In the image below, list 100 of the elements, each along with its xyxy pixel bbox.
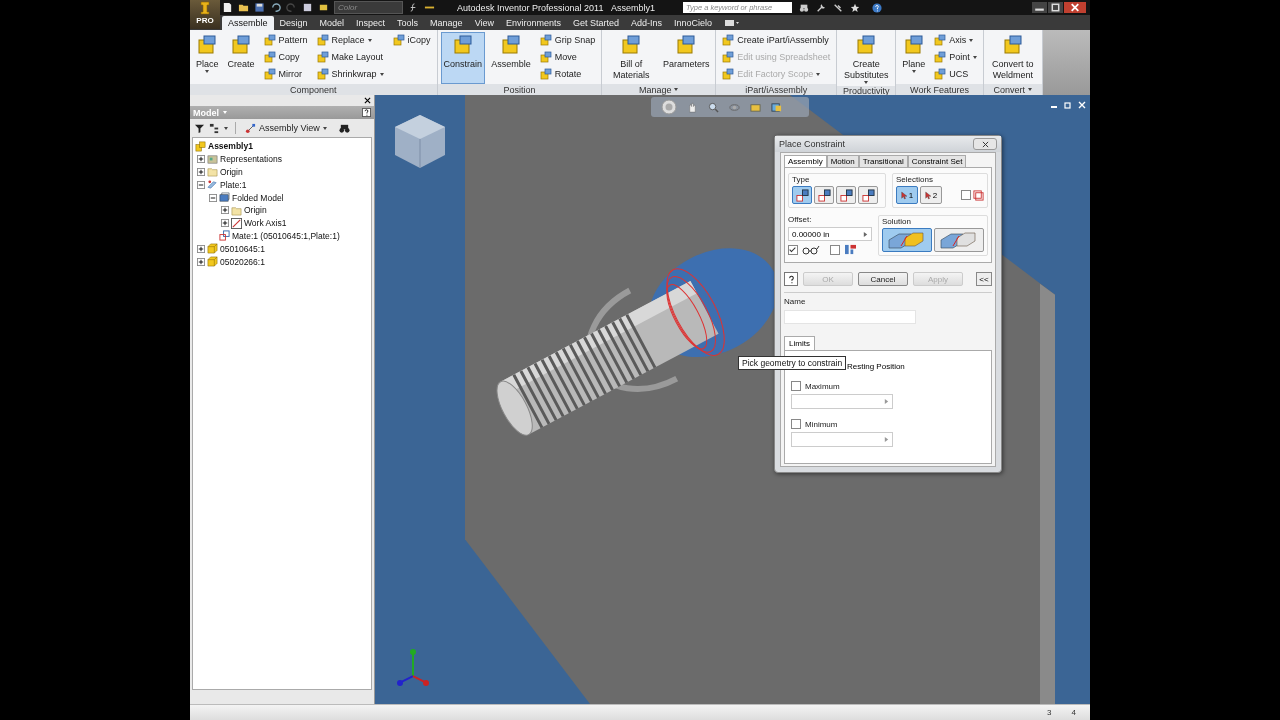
help-icon[interactable] xyxy=(871,2,882,13)
constraint-type-button[interactable] xyxy=(836,186,856,204)
expand-icon[interactable] xyxy=(221,219,229,228)
tree-item[interactable]: Work Axis1 xyxy=(244,218,287,229)
ribbon-button[interactable]: Convert to Weldment xyxy=(986,32,1039,84)
dialog-tab[interactable]: Assembly xyxy=(784,155,827,167)
application-button[interactable]: PRO xyxy=(190,0,220,29)
ribbon-button[interactable]: Make Layout xyxy=(313,49,387,65)
maximize-icon[interactable] xyxy=(1048,2,1063,13)
close-button[interactable] xyxy=(973,138,997,150)
ribbon-tab[interactable]: Model xyxy=(313,16,351,30)
checkbox[interactable] xyxy=(791,381,801,391)
collapse-icon[interactable] xyxy=(197,180,205,189)
tree-item[interactable]: Mate:1 (05010645:1,Plate:1) xyxy=(232,230,340,241)
dialog-tab[interactable]: Constraint Set xyxy=(907,155,967,167)
solution-button[interactable] xyxy=(882,228,932,252)
constraint-type-button[interactable] xyxy=(858,186,878,204)
caret-icon[interactable] xyxy=(674,88,679,91)
selection-button[interactable]: 1 xyxy=(896,186,918,204)
zoom-icon[interactable] xyxy=(708,101,719,113)
ribbon-button[interactable]: Copy xyxy=(260,49,311,65)
help-button[interactable] xyxy=(784,272,798,286)
tree-item[interactable]: Assembly1 xyxy=(208,141,253,152)
ribbon-tab[interactable]: Inspect xyxy=(350,16,392,30)
ribbon-button[interactable]: Constrain xyxy=(440,32,486,84)
ribbon-tab[interactable]: View xyxy=(468,16,500,30)
ribbon-button[interactable]: Place xyxy=(193,32,222,84)
help-icon[interactable] xyxy=(362,108,371,117)
expand-icon[interactable] xyxy=(197,168,205,176)
pan-icon[interactable] xyxy=(687,101,698,113)
spinner-arrow-icon[interactable] xyxy=(884,398,889,405)
solution-button[interactable] xyxy=(934,228,984,252)
ribbon-button[interactable]: Create xyxy=(224,32,258,84)
collapse-icon[interactable] xyxy=(209,193,217,202)
close-icon[interactable] xyxy=(364,97,371,104)
limits-tab[interactable]: Limits xyxy=(784,336,815,350)
checkbox[interactable] xyxy=(830,244,840,255)
spinner-arrow-icon[interactable] xyxy=(863,230,868,238)
ribbon-tab[interactable]: Design xyxy=(273,16,314,30)
tree-item[interactable]: Folded Model xyxy=(232,192,284,203)
restore-icon[interactable] xyxy=(1064,101,1072,109)
ribbon-button[interactable]: Mirror xyxy=(260,66,311,82)
ribbon-button[interactable]: Pattern xyxy=(260,32,311,48)
name-field[interactable] xyxy=(784,310,916,324)
limit-field[interactable] xyxy=(791,394,893,409)
dialog-tab[interactable]: Motion xyxy=(826,155,859,167)
selection-button[interactable]: 2 xyxy=(920,186,942,204)
binoculars-icon[interactable] xyxy=(798,2,809,13)
ribbon-tab[interactable]: Environments xyxy=(500,16,567,30)
ribbon-button[interactable]: Bill of Materials xyxy=(605,32,658,84)
undo-icon[interactable] xyxy=(270,2,281,13)
limit-field[interactable] xyxy=(791,432,893,447)
panel-toggle-icon[interactable] xyxy=(724,19,741,27)
ribbon-tab[interactable]: InnoCielo xyxy=(668,16,719,30)
ribbon-tab[interactable]: Add-Ins xyxy=(625,16,669,30)
tree-item[interactable]: Plate:1 xyxy=(220,179,247,190)
offset-field[interactable]: 0.00000 in xyxy=(788,227,872,241)
tree-item[interactable]: Origin xyxy=(220,167,243,177)
ribbon-button[interactable]: Create iPart/iAssembly xyxy=(719,32,834,48)
more-button[interactable]: << xyxy=(976,272,992,286)
constraint-type-button[interactable] xyxy=(814,186,834,204)
tree-structure-icon[interactable] xyxy=(209,122,220,134)
caret-icon[interactable] xyxy=(1028,88,1033,91)
checkbox[interactable] xyxy=(788,244,798,255)
ribbon-button[interactable]: Axis xyxy=(931,32,980,48)
ribbon-button[interactable]: Grip Snap xyxy=(536,32,599,48)
view-dropdown[interactable]: Assembly View xyxy=(243,122,329,134)
binoculars-icon[interactable] xyxy=(338,122,350,134)
save-icon[interactable] xyxy=(254,2,265,13)
ribbon-tab[interactable]: Get Started xyxy=(567,16,626,30)
new-document-icon[interactable] xyxy=(222,2,233,13)
expand-icon[interactable] xyxy=(197,257,205,266)
tree-item[interactable]: Origin xyxy=(244,205,267,216)
ribbon-button[interactable]: Point xyxy=(931,49,980,65)
ribbon-button[interactable]: Replace xyxy=(313,32,387,48)
ribbon-tab[interactable]: Tools xyxy=(391,16,425,30)
ribbon-tab[interactable]: Manage xyxy=(424,16,469,30)
spinner-arrow-icon[interactable] xyxy=(884,436,889,443)
ribbon-button[interactable]: iCopy xyxy=(389,32,434,48)
star-icon[interactable] xyxy=(849,2,860,13)
ribbon-button[interactable]: Plane xyxy=(899,32,929,84)
dialog-tab[interactable]: Transitional xyxy=(858,155,908,167)
caret-icon[interactable] xyxy=(224,126,228,130)
cancel-button[interactable]: Cancel xyxy=(858,272,908,286)
checkbox[interactable] xyxy=(961,190,971,200)
view-face-icon[interactable] xyxy=(771,101,782,113)
constraint-type-button[interactable] xyxy=(792,186,812,204)
expand-icon[interactable] xyxy=(221,206,229,215)
ribbon-tab[interactable]: Assemble xyxy=(222,16,274,30)
filter-icon[interactable] xyxy=(194,122,205,134)
expand-icon[interactable] xyxy=(197,244,205,253)
ribbon-button[interactable]: Rotate xyxy=(536,66,599,82)
tree-item[interactable]: 05020266:1 xyxy=(220,256,265,267)
ribbon-button[interactable]: Parameters xyxy=(660,32,713,84)
minimize-icon[interactable] xyxy=(1032,2,1047,13)
expand-icon[interactable] xyxy=(197,155,205,164)
ribbon-button[interactable]: Move xyxy=(536,49,599,65)
ribbon-button[interactable]: Assemble xyxy=(488,32,534,84)
ribbon-button[interactable]: Shrinkwrap xyxy=(313,66,387,82)
tree-item[interactable]: Representations xyxy=(220,154,282,165)
